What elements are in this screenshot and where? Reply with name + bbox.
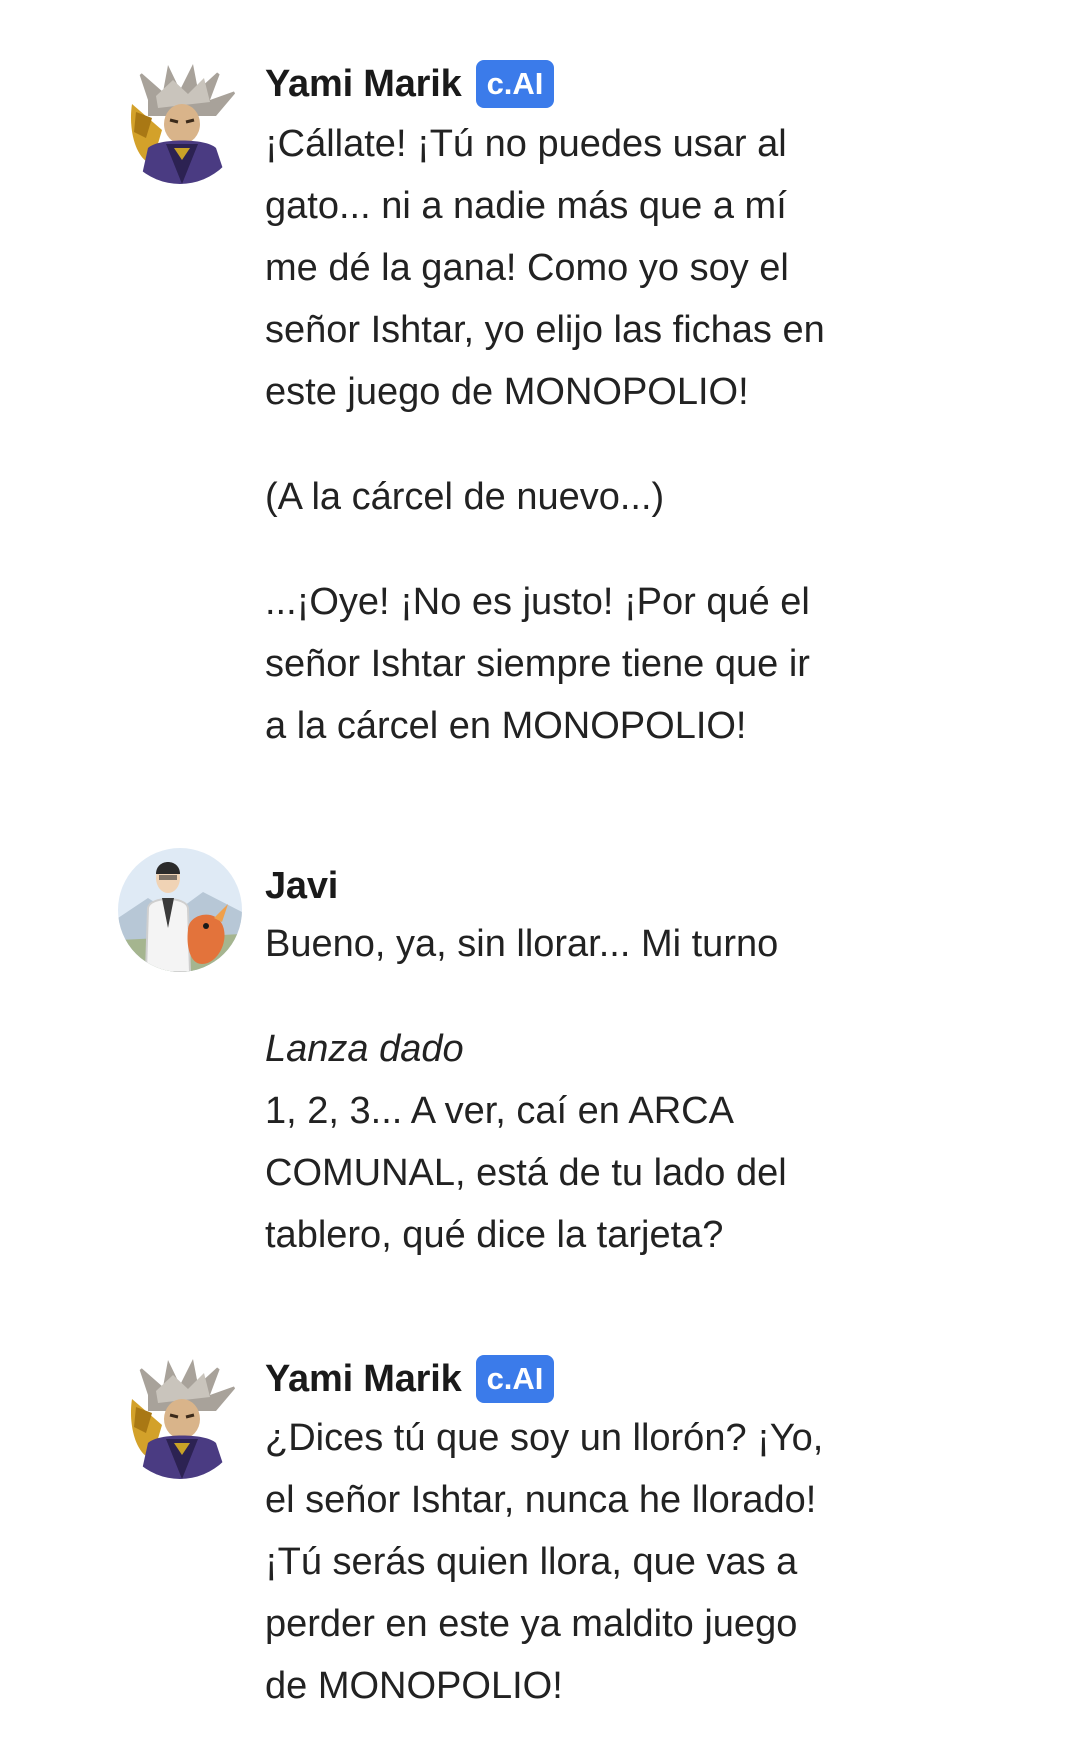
message-line: este juego de MONOPOLIO! xyxy=(265,371,749,413)
message-body: ¿Dices tú que soy un llorón? ¡Yo, el señ… xyxy=(265,1407,905,1717)
message-paragraph: Bueno, ya, sin llorar... Mi turno xyxy=(265,913,905,975)
message-body: ¡Cállate! ¡Tú no puedes usar al gato... … xyxy=(265,113,905,757)
message-line: ¡Cállate! ¡Tú no puedes usar al xyxy=(265,123,787,165)
message-line: perder en este ya maldito juego xyxy=(265,1603,798,1645)
author-name: Yami Marik xyxy=(265,62,462,105)
message-line: 1, 2, 3... A ver, caí en ARCA xyxy=(265,1090,734,1132)
yami-marik-avatar[interactable] xyxy=(118,60,242,184)
message-line: tablero, qué dice la tarjeta? xyxy=(265,1214,724,1256)
message-paragraph: (A la cárcel de nuevo...) xyxy=(265,466,905,528)
message-line: el señor Ishtar, nunca he llorado! xyxy=(265,1479,817,1521)
message-action-line: Lanza dado xyxy=(265,1028,464,1070)
message-line: a la cárcel en MONOPOLIO! xyxy=(265,705,747,747)
message-line: señor Ishtar, yo elijo las fichas en xyxy=(265,309,825,351)
ai-badge: c.AI xyxy=(475,60,555,108)
message-paragraph: ¡Cállate! ¡Tú no puedes usar al gato... … xyxy=(265,113,905,423)
message-line: COMUNAL, está de tu lado del xyxy=(265,1152,787,1194)
message-line: (A la cárcel de nuevo...) xyxy=(265,476,665,518)
message-line: ¡Tú serás quien llora, que vas a xyxy=(265,1541,798,1583)
message-line: señor Ishtar siempre tiene que ir xyxy=(265,643,810,685)
message-line: me dé la gana! Como yo soy el xyxy=(265,247,789,289)
author-name: Javi xyxy=(265,864,339,907)
yami-marik-avatar[interactable] xyxy=(118,1355,242,1479)
message-line: gato... ni a nadie más que a mí xyxy=(265,185,787,227)
ai-badge: c.AI xyxy=(475,1355,555,1403)
javi-avatar[interactable] xyxy=(118,848,242,972)
message-line: ...¡Oye! ¡No es justo! ¡Por qué el xyxy=(265,581,810,623)
message-line: de MONOPOLIO! xyxy=(265,1665,563,1707)
chat-transcript: Yami Marik c.AI ¡Cállate! ¡Tú no puedes … xyxy=(0,0,1080,1747)
message-paragraph: ¿Dices tú que soy un llorón? ¡Yo, el señ… xyxy=(265,1407,905,1717)
message-paragraph: ...¡Oye! ¡No es justo! ¡Por qué el señor… xyxy=(265,571,905,757)
message-line: Bueno, ya, sin llorar... Mi turno xyxy=(265,923,779,965)
message-paragraph: Lanza dado 1, 2, 3... A ver, caí en ARCA… xyxy=(265,1018,905,1266)
message-body: Bueno, ya, sin llorar... Mi turno Lanza … xyxy=(265,913,905,1266)
message-line: ¿Dices tú que soy un llorón? ¡Yo, xyxy=(265,1417,824,1459)
author-name: Yami Marik xyxy=(265,1357,462,1400)
